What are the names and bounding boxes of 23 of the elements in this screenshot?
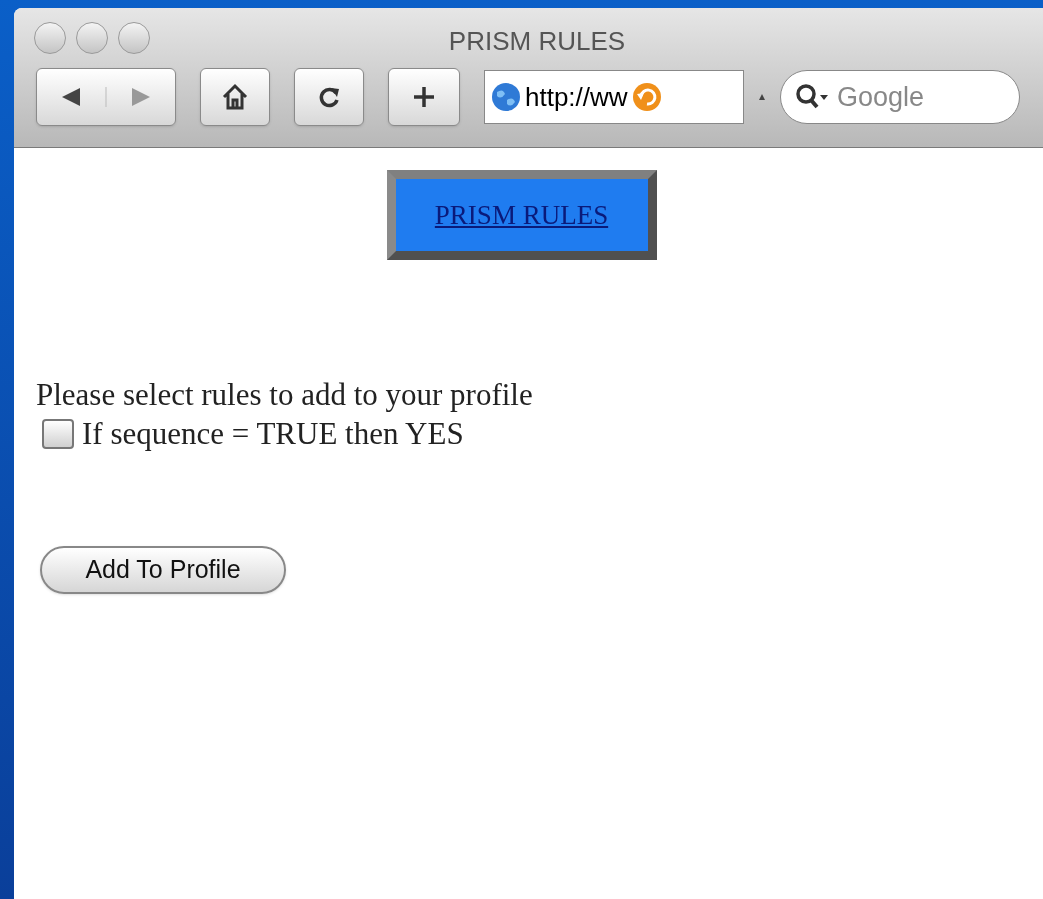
rule-checkbox[interactable] — [42, 419, 74, 449]
search-placeholder: Google — [837, 80, 925, 114]
plus-icon — [412, 85, 436, 109]
window-control[interactable] — [76, 22, 108, 54]
address-text: http://ww — [525, 80, 628, 114]
back-forward-button[interactable] — [36, 68, 176, 126]
search-icon — [795, 83, 829, 111]
prompt-text: Please select rules to add to your profile — [36, 376, 534, 414]
rule-label: If sequence = TRUE then YES — [82, 415, 464, 453]
reload-icon — [317, 85, 341, 109]
globe-icon — [491, 82, 521, 112]
window-control[interactable] — [118, 22, 150, 54]
window-control[interactable] — [34, 22, 66, 54]
search-field[interactable]: Google — [780, 70, 1020, 124]
address-field[interactable]: http://ww — [484, 70, 744, 124]
home-icon — [221, 83, 249, 111]
banner-link[interactable]: PRISM RULES — [434, 194, 609, 236]
window-title: PRISM RULES — [447, 25, 627, 58]
add-to-profile-button[interactable]: Add To Profile — [40, 546, 286, 594]
snapback-icon — [631, 82, 662, 112]
home-button[interactable] — [200, 68, 270, 126]
reload-button[interactable] — [294, 68, 364, 126]
add-bookmark-button[interactable] — [388, 68, 460, 126]
